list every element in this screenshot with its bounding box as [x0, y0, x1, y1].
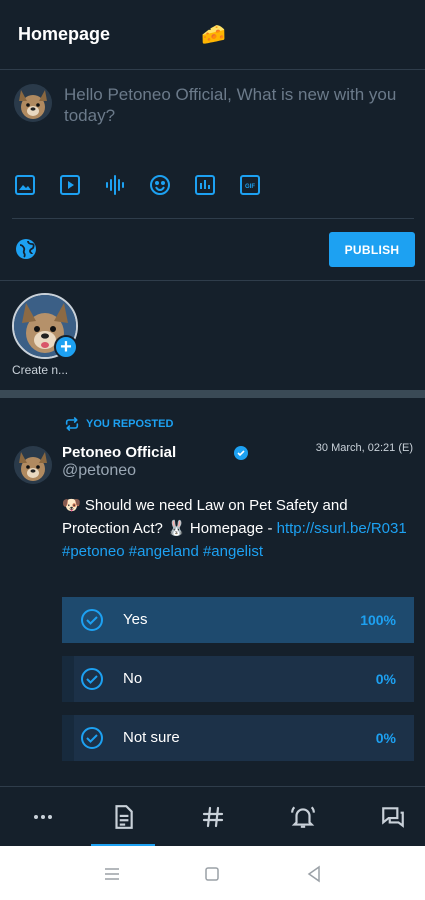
post-composer: Hello Petoneo Official, What is new with… — [0, 70, 425, 280]
divider — [12, 218, 414, 219]
avatar — [14, 84, 52, 122]
check-circle-icon — [81, 727, 103, 749]
page-title: Homepage — [18, 24, 111, 44]
author-name[interactable]: Petoneo Official — [62, 444, 176, 461]
add-story-button[interactable]: + — [54, 335, 78, 359]
composer-input[interactable]: Hello Petoneo Official, What is new with… — [64, 84, 409, 126]
svg-text:GIF: GIF — [245, 184, 255, 190]
header-emoji: 🧀 — [201, 24, 226, 46]
feed-post: YOU REPOSTED Petoneo Official 30 March, … — [0, 398, 425, 786]
menu-icon[interactable] — [100, 862, 124, 886]
poll-option-percent: 0% — [375, 730, 396, 746]
author-handle[interactable]: @petoneo — [62, 462, 136, 480]
poll-icon[interactable] — [192, 172, 218, 198]
check-circle-icon — [81, 668, 103, 690]
post-timestamp: 30 March, 02:21 (E) — [315, 442, 413, 454]
hashtag-icon[interactable] — [170, 787, 255, 847]
audio-icon[interactable] — [102, 172, 128, 198]
globe-icon[interactable] — [14, 237, 38, 261]
section-separator — [0, 390, 425, 398]
emoji-icon[interactable] — [147, 172, 173, 198]
back-icon[interactable] — [302, 862, 326, 886]
repost-label: YOU REPOSTED — [86, 418, 174, 430]
publish-button[interactable]: PUBLISH — [329, 232, 415, 267]
gif-icon[interactable]: GIF — [237, 172, 263, 198]
app-header: Homepage 🧀 — [0, 0, 425, 70]
messages-icon[interactable] — [350, 787, 425, 847]
feed-icon[interactable] — [80, 787, 165, 847]
poll-option-no[interactable]: No 0% — [62, 656, 414, 702]
verified-icon — [234, 446, 248, 460]
composer-toolbar: GIF — [0, 172, 425, 202]
check-circle-icon — [81, 609, 103, 631]
home-icon[interactable] — [200, 862, 224, 886]
bottom-navigation — [0, 786, 425, 846]
more-icon[interactable] — [0, 787, 85, 847]
post-text: 🐶 Should we need Law on Pet Safety and P… — [62, 494, 414, 563]
poll-option-percent: 0% — [375, 671, 396, 687]
poll-option-label: Not sure — [123, 729, 180, 746]
create-story-label: Create n... — [12, 363, 69, 377]
stories-row: + Create n... — [0, 280, 425, 390]
image-icon[interactable] — [12, 172, 38, 198]
system-navigation-bar — [0, 846, 425, 900]
poll-option-label: No — [123, 670, 143, 687]
repost-indicator: YOU REPOSTED — [64, 416, 173, 432]
video-icon[interactable] — [57, 172, 83, 198]
poll-option-percent: 100% — [360, 612, 396, 628]
avatar[interactable] — [14, 446, 52, 484]
poll-option-yes[interactable]: Yes 100% — [62, 597, 414, 643]
poll-option-not-sure[interactable]: Not sure 0% — [62, 715, 414, 761]
poll-option-label: Yes — [123, 611, 148, 628]
notifications-icon[interactable] — [260, 787, 345, 847]
repost-icon — [65, 417, 79, 431]
